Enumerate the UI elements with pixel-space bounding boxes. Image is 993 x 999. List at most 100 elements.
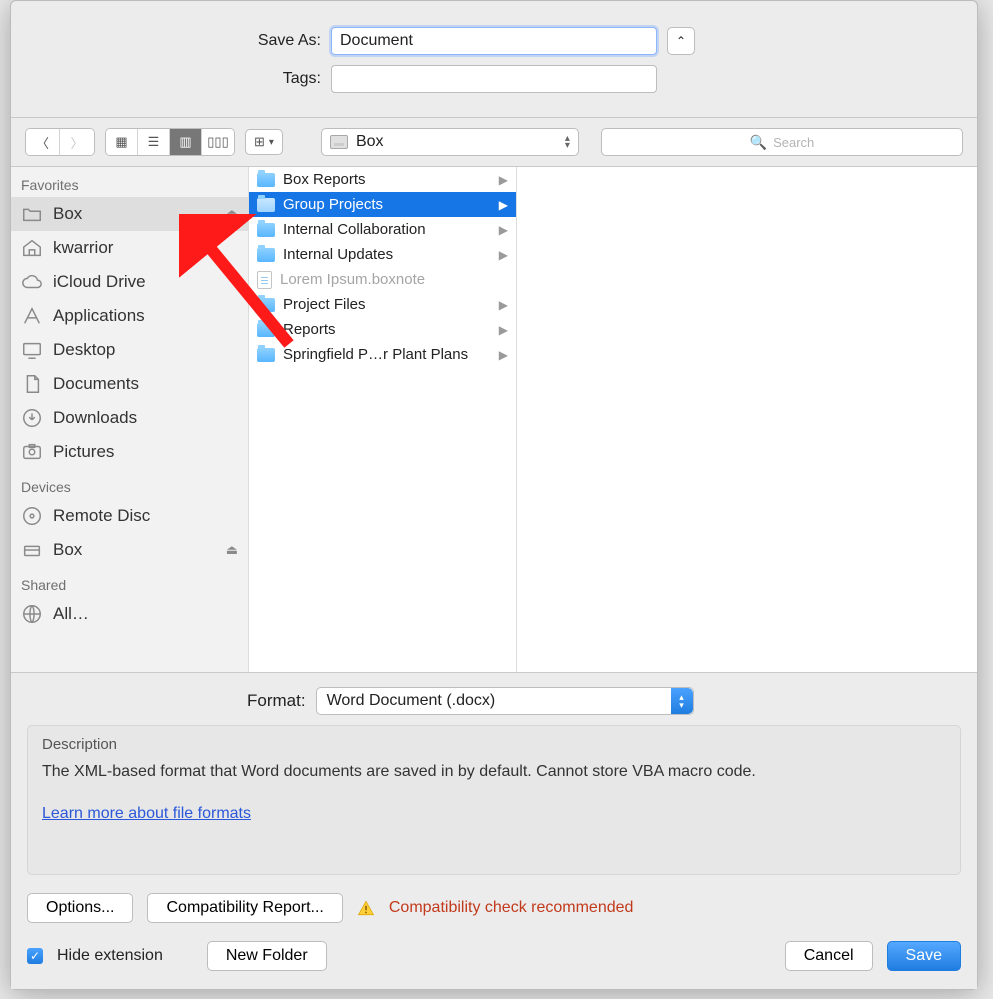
sidebar-item-all[interactable]: All… [11,597,248,631]
format-value: Word Document (.docx) [327,692,496,710]
view-coverflow-button[interactable]: ▯▯▯ [202,129,234,155]
folder-icon [257,198,275,212]
compatibility-warning: Compatibility check recommended [389,899,634,917]
chevron-right-icon: ▶ [499,348,508,362]
list-icon: ☰ [148,134,160,150]
folder-icon [257,248,275,262]
description-text: The XML-based format that Word documents… [42,761,946,783]
downloads-icon [21,407,43,429]
column-item[interactable]: Springfield P…r Plant Plans ▶ [249,342,516,367]
view-list-button[interactable]: ☰ [138,129,170,155]
description-box: Description The XML-based format that Wo… [27,725,961,875]
column-item[interactable]: Box Reports▶ [249,167,516,192]
column-item-label: Project Files [283,296,366,313]
column-item-label: Box Reports [283,171,366,188]
tags-input[interactable] [331,65,657,93]
folder-icon [21,203,43,225]
chevron-right-icon: ▶ [499,248,508,262]
tags-label: Tags: [31,70,331,88]
save-dialog: Save As: ⌃ Tags: 〈 〉 ▦ ☰ ▥ ▯▯▯ ⊞ ▾ [10,0,978,990]
view-column-button[interactable]: ▥ [170,129,202,155]
column-2 [517,167,977,672]
coverflow-icon: ▯▯▯ [207,134,228,150]
column-item-label: Internal Updates [283,246,393,263]
cloud-icon [21,271,43,293]
pictures-icon [21,441,43,463]
cancel-button[interactable]: Cancel [785,941,873,971]
new-folder-button[interactable]: New Folder [207,941,327,971]
arrange-icon: ⊞ [254,134,265,150]
chevron-right-icon: ▶ [499,298,508,312]
sidebar-item-label: Pictures [53,442,114,462]
sidebar-item-label: Documents [53,374,139,394]
folder-icon [257,173,275,187]
search-input[interactable]: 🔍 Search [601,128,963,156]
sidebar-item-documents[interactable]: Documents [11,367,248,401]
drive-icon [330,135,348,149]
column-item-label: Reports [283,321,336,338]
column-item-label: Internal Collaboration [283,221,426,238]
search-icon: 🔍 [750,134,767,151]
sidebar-header-favorites: Favorites [11,167,248,197]
sidebar-item-remote-disc[interactable]: Remote Disc [11,499,248,533]
sidebar-item-icloud[interactable]: iCloud Drive [11,265,248,299]
column-item[interactable]: Reports▶ [249,317,516,342]
warning-icon [357,899,375,917]
save-as-input[interactable] [331,27,657,55]
compatibility-report-button[interactable]: Compatibility Report... [147,893,342,923]
disc-icon [21,505,43,527]
file-icon [257,271,272,289]
sidebar-item-label: Box [53,540,82,560]
eject-icon[interactable]: ⏏ [226,542,238,558]
eject-icon[interactable]: ⏏ [226,206,238,222]
sidebar-item-applications[interactable]: Applications [11,299,248,333]
sidebar-item-label: Box [53,204,82,224]
sidebar-item-desktop[interactable]: Desktop [11,333,248,367]
view-icon-button[interactable]: ▦ [106,129,138,155]
back-button[interactable]: 〈 [26,129,60,155]
format-select[interactable]: Word Document (.docx) ▴▾ [316,687,694,715]
learn-more-link[interactable]: Learn more about file formats [42,805,251,822]
sidebar-item-label: Applications [53,306,145,326]
forward-button[interactable]: 〉 [60,129,94,155]
sidebar-item-pictures[interactable]: Pictures [11,435,248,469]
location-label: Box [356,133,384,151]
arrange-button[interactable]: ⊞ ▾ [245,129,283,155]
chevron-right-icon: ▶ [499,198,508,212]
sidebar-item-label: Downloads [53,408,137,428]
home-icon [21,237,43,259]
applications-icon [21,305,43,327]
sidebar-item-box[interactable]: Box ⏏ [11,197,248,231]
network-icon [21,603,43,625]
sidebar-item-label: iCloud Drive [53,272,146,292]
save-button[interactable]: Save [887,941,961,971]
drive-icon [21,539,43,561]
column-item[interactable]: Project Files ▶ [249,292,516,317]
sidebar-item-downloads[interactable]: Downloads [11,401,248,435]
sidebar-item-label: All… [53,604,89,624]
column-item-label: Lorem Ipsum.boxnote [280,271,425,288]
updown-icon: ▴▾ [671,688,693,714]
column-item[interactable]: Internal Updates ▶ [249,242,516,267]
folder-icon [257,323,275,337]
location-select[interactable]: Box ▴▾ [321,128,579,156]
description-title: Description [42,736,946,753]
chevron-up-icon: ⌃ [676,34,686,48]
folder-icon [257,298,275,312]
hide-extension-checkbox[interactable]: ✓ [27,948,43,964]
sidebar: Favorites Box ⏏ kwarrior iCloud Drive Ap… [11,167,249,672]
column-item[interactable]: Internal Collaboration▶ [249,217,516,242]
column-item[interactable]: Group Projects ▶ [249,192,516,217]
folder-icon [257,223,275,237]
column-item-label: Group Projects [283,196,383,213]
updown-icon: ▴▾ [565,135,570,149]
collapse-toggle[interactable]: ⌃ [667,27,695,55]
bottom-panel: Format: Word Document (.docx) ▴▾ Descrip… [11,673,977,989]
sidebar-item-home[interactable]: kwarrior [11,231,248,265]
hide-extension-label: Hide extension [57,947,163,965]
column-item[interactable]: Lorem Ipsum.boxnote [249,267,516,292]
search-placeholder: Search [773,135,814,150]
options-button[interactable]: Options... [27,893,133,923]
sidebar-item-box-device[interactable]: Box ⏏ [11,533,248,567]
column-item-label: Springfield P…r Plant Plans [283,346,468,363]
